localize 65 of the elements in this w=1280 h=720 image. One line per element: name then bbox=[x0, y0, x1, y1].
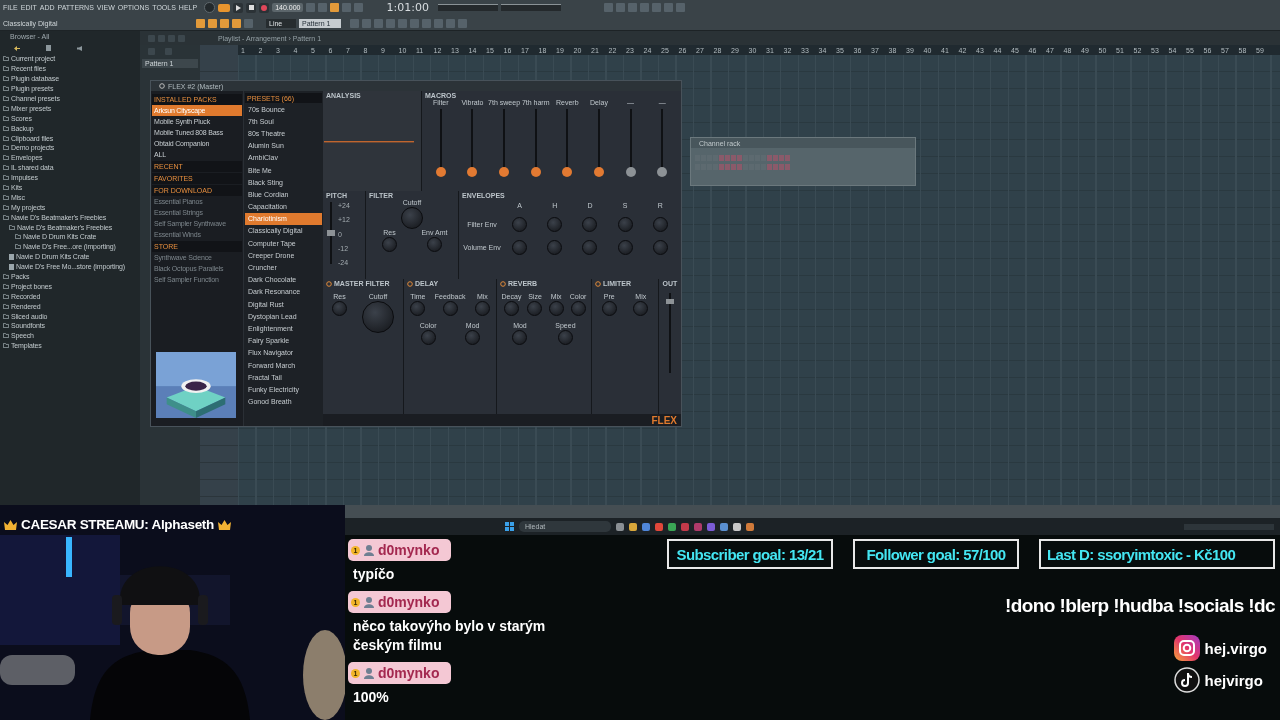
knob[interactable] bbox=[557, 330, 573, 345]
social-handle: hejvirgo bbox=[1204, 671, 1263, 689]
knob[interactable] bbox=[548, 301, 564, 316]
chat-username: d0mynko bbox=[378, 594, 440, 610]
goal-box: Last D: ssoryimtoxic - Kč100 bbox=[1039, 539, 1275, 569]
master-knob[interactable] bbox=[204, 2, 216, 13]
knob[interactable] bbox=[332, 301, 347, 316]
chat-commands: !dono !blerp !hudba !socials !dc bbox=[1004, 595, 1275, 617]
knob[interactable] bbox=[442, 301, 458, 316]
knob[interactable] bbox=[474, 301, 490, 316]
chat-message: typíčo bbox=[352, 565, 396, 584]
knob[interactable] bbox=[617, 217, 633, 232]
avatar-icon bbox=[364, 544, 374, 556]
knob[interactable] bbox=[547, 240, 563, 255]
knob[interactable] bbox=[382, 237, 397, 252]
knob[interactable] bbox=[427, 237, 442, 252]
chat-username: d0mynko bbox=[378, 542, 440, 558]
chat-username: d0mynko bbox=[378, 665, 440, 681]
knob[interactable] bbox=[633, 301, 649, 316]
social-handle: hej.virgo bbox=[1204, 639, 1267, 657]
arrow-icon[interactable] bbox=[14, 45, 20, 51]
tiktok-icon bbox=[1174, 667, 1201, 693]
knob[interactable] bbox=[652, 240, 668, 255]
speaker-icon[interactable] bbox=[77, 45, 83, 51]
play-button[interactable] bbox=[233, 2, 244, 13]
instagram-icon bbox=[1174, 635, 1201, 661]
song-time: 1:01:00 bbox=[386, 1, 429, 14]
power-icon[interactable] bbox=[326, 280, 332, 287]
flex-logo: FLEX bbox=[651, 414, 677, 426]
crown-icon bbox=[218, 519, 231, 530]
knob[interactable] bbox=[401, 207, 423, 229]
knob[interactable] bbox=[410, 301, 426, 316]
file-icon[interactable] bbox=[46, 45, 51, 51]
knob[interactable] bbox=[582, 217, 598, 232]
knob[interactable] bbox=[512, 240, 528, 255]
knob[interactable] bbox=[652, 217, 668, 232]
knob[interactable] bbox=[547, 217, 563, 232]
crown-icon bbox=[4, 519, 17, 530]
stop-button[interactable] bbox=[246, 2, 257, 13]
banner-text: CAESAR STREAMU: Alphaseth bbox=[21, 517, 214, 532]
gear-icon[interactable] bbox=[159, 83, 165, 89]
chat-message: něco takovýho bylo v starým českým filmu bbox=[352, 617, 547, 655]
power-icon[interactable] bbox=[595, 280, 601, 287]
knob[interactable] bbox=[527, 301, 543, 316]
knob[interactable] bbox=[362, 301, 394, 333]
avatar-icon bbox=[364, 596, 374, 608]
chat-message: 100% bbox=[352, 688, 390, 707]
cpu-monitor bbox=[500, 4, 561, 11]
knob[interactable] bbox=[420, 330, 436, 345]
power-icon[interactable] bbox=[500, 280, 506, 287]
knob[interactable] bbox=[582, 240, 598, 255]
goal-box: Subscriber goal: 13/21 bbox=[667, 539, 833, 569]
knob[interactable] bbox=[512, 217, 528, 232]
knob[interactable] bbox=[503, 301, 519, 316]
goal-box: Follower goal: 57/100 bbox=[853, 539, 1019, 569]
knob[interactable] bbox=[601, 301, 617, 316]
knob[interactable] bbox=[512, 330, 528, 345]
knob[interactable] bbox=[465, 330, 481, 345]
pattern-song-toggle[interactable] bbox=[218, 3, 231, 12]
volume-meter bbox=[437, 4, 498, 11]
avatar-icon bbox=[364, 667, 374, 679]
knob[interactable] bbox=[570, 301, 586, 316]
windows-icon[interactable] bbox=[505, 522, 514, 531]
knob[interactable] bbox=[617, 240, 633, 255]
power-icon[interactable] bbox=[407, 280, 413, 287]
